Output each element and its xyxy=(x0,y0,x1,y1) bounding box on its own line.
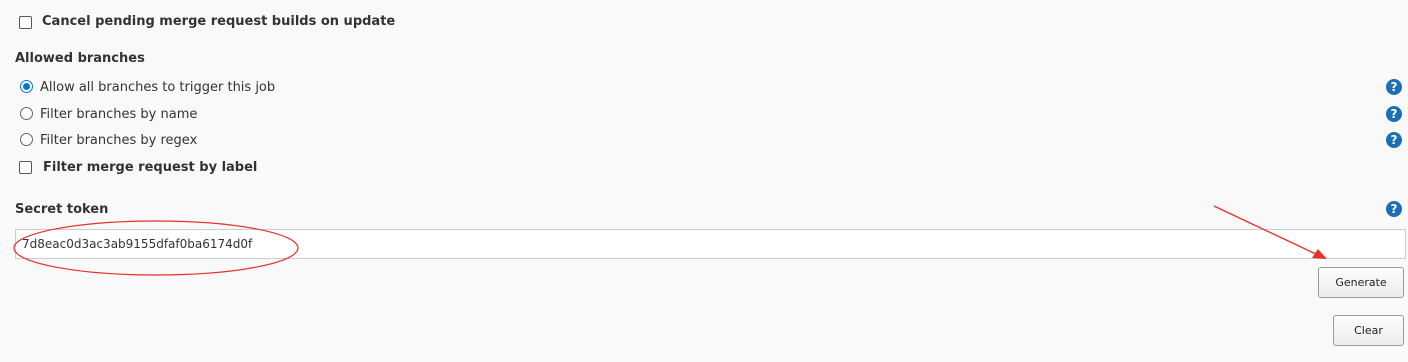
annotation-overlay xyxy=(13,205,1327,276)
annotation-ellipse xyxy=(13,220,299,276)
annotation-arrow xyxy=(1213,205,1319,256)
